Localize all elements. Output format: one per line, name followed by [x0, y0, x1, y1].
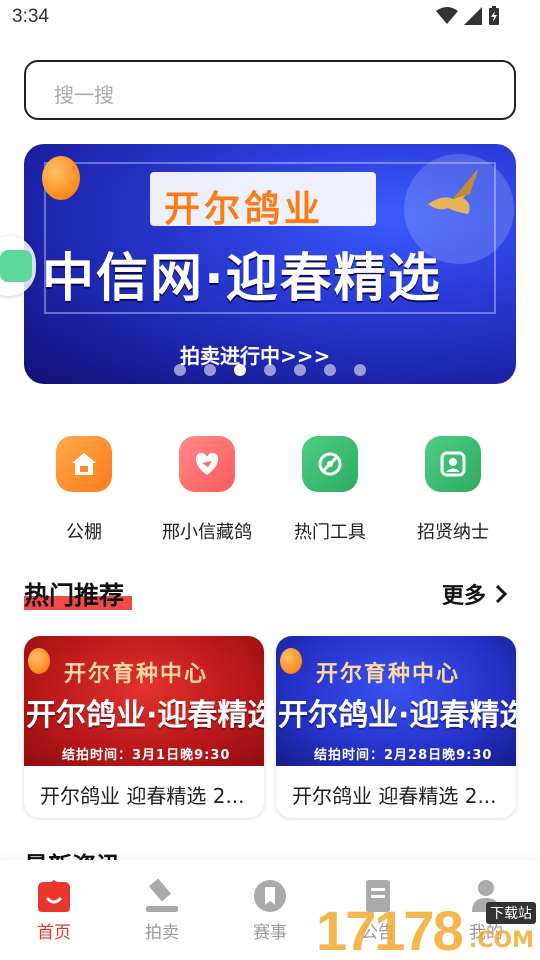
card-image-title: 开尔育种中心 — [64, 662, 209, 687]
balloon-icon — [280, 648, 302, 674]
card-caption: 开尔鸽业 迎春精选 2... — [40, 784, 245, 808]
card-image: 开尔育种中心 开尔鸽业·迎春精选 结拍时间：3月1日晚9:30 — [24, 636, 264, 766]
home-tab-icon — [34, 876, 74, 916]
carousel-dot[interactable] — [174, 364, 186, 376]
person-search-icon — [425, 436, 481, 492]
site-watermark: 17178 下载站 .COM — [316, 896, 540, 960]
quick-link-label: 公棚 — [66, 522, 102, 543]
carousel-dot-active[interactable] — [234, 364, 246, 376]
carousel-dot[interactable] — [264, 364, 276, 376]
quick-link-label: 招贤纳士 — [417, 522, 489, 543]
card-image-subtitle: 开尔鸽业·迎春精选 — [278, 698, 516, 733]
watermark-domain: .COM — [468, 928, 534, 953]
carousel-dot[interactable] — [204, 364, 216, 376]
chevron-right-icon — [495, 584, 508, 604]
pigeon-heart-icon — [179, 436, 235, 492]
quick-link-collection[interactable]: 邢小信藏鸽 — [147, 436, 267, 544]
tab-label: 首页 — [37, 923, 71, 943]
tab-label: 拍卖 — [145, 923, 179, 943]
banner-headline: 中信网·迎春精选 — [42, 249, 442, 309]
tab-label: 赛事 — [253, 923, 287, 943]
tab-auction[interactable]: 拍卖 — [122, 876, 202, 943]
quick-link-label: 热门工具 — [294, 522, 366, 543]
card-image-title: 开尔育种中心 — [316, 662, 461, 687]
watermark-badge: 下载站 — [486, 902, 536, 924]
signal-icon — [464, 7, 482, 25]
section-title: 热门推荐 — [24, 581, 125, 610]
quick-link-tools[interactable]: 热门工具 — [270, 436, 390, 544]
auction-card[interactable]: 开尔育种中心 开尔鸽业·迎春精选 结拍时间：2月28日晚9:30 开尔鸽业 迎春… — [276, 636, 516, 818]
promo-banner[interactable]: 开尔鸽业 中信网·迎春精选 拍卖进行中>>> — [24, 144, 516, 384]
card-image-subtitle: 开尔鸽业·迎春精选 — [26, 698, 264, 733]
medal-icon — [250, 876, 290, 916]
tab-events[interactable]: 赛事 — [230, 876, 310, 943]
battery-icon — [489, 6, 499, 25]
card-image-time: 结拍时间：3月1日晚9:30 — [62, 748, 231, 763]
carousel-dot[interactable] — [354, 364, 366, 376]
carousel-dots — [174, 364, 366, 376]
home-icon — [56, 436, 112, 492]
carousel-dot[interactable] — [294, 364, 306, 376]
card-caption: 开尔鸽业 迎春精选 2... — [292, 784, 497, 808]
more-label: 更多 — [441, 584, 486, 609]
search-placeholder: 搜一搜 — [54, 83, 114, 107]
status-bar: 3:34 — [0, 0, 540, 36]
auction-card[interactable]: 开尔育种中心 开尔鸽业·迎春精选 结拍时间：3月1日晚9:30 开尔鸽业 迎春精… — [24, 636, 264, 818]
banner-brand: 开尔鸽业 — [164, 189, 325, 230]
more-link[interactable]: 更多 — [442, 578, 508, 610]
tools-icon — [302, 436, 358, 492]
gavel-icon — [142, 876, 182, 916]
status-icons — [436, 6, 500, 26]
status-time: 3:34 — [12, 6, 49, 27]
balloon-icon — [42, 156, 80, 200]
wifi-icon — [436, 7, 458, 24]
balloon-icon — [28, 648, 50, 674]
tab-home[interactable]: 首页 — [14, 876, 94, 943]
search-input[interactable]: 搜一搜 — [24, 60, 516, 120]
card-image: 开尔育种中心 开尔鸽业·迎春精选 结拍时间：2月28日晚9:30 — [276, 636, 516, 766]
quick-link-recruit[interactable]: 招贤纳士 — [393, 436, 513, 544]
dove-icon — [428, 169, 478, 214]
hot-section-header: 热门推荐 — [24, 576, 132, 612]
assistant-icon — [0, 250, 32, 282]
quick-link-shed[interactable]: 公棚 — [24, 436, 144, 544]
watermark-text: 17178 — [316, 899, 464, 960]
carousel-dot[interactable] — [324, 364, 336, 376]
card-image-time: 结拍时间：2月28日晚9:30 — [314, 748, 493, 763]
quick-link-label: 邢小信藏鸽 — [162, 522, 252, 543]
